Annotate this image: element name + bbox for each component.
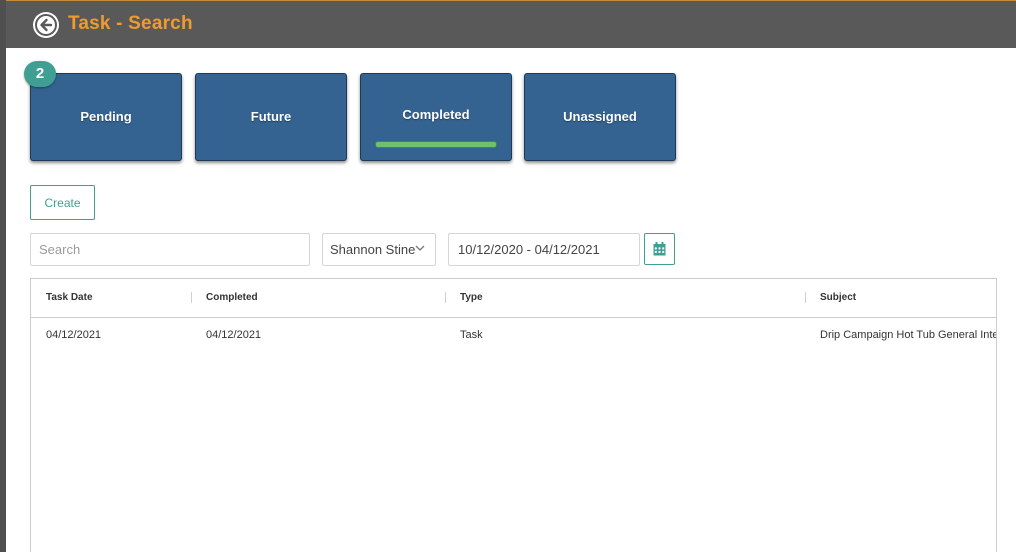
tab-pending[interactable]: Pending: [30, 73, 182, 161]
user-select-value: Shannon Stine: [330, 242, 416, 257]
tab-unassigned[interactable]: Unassigned: [524, 73, 676, 161]
cell-subject: Drip Campaign Hot Tub General Inte: [820, 329, 997, 341]
left-rail: [0, 0, 6, 552]
calendar-button[interactable]: [644, 233, 675, 265]
table-header: Task Date Completed Type Subject: [31, 279, 996, 318]
column-separator[interactable]: [445, 292, 446, 303]
column-header-task-date[interactable]: Task Date: [46, 292, 93, 303]
column-header-completed[interactable]: Completed: [206, 292, 258, 303]
column-header-type[interactable]: Type: [460, 292, 483, 303]
date-range-input[interactable]: 10/12/2020 - 04/12/2021: [448, 233, 640, 266]
cell-type: Task: [460, 329, 483, 341]
cell-task-date: 04/12/2021: [46, 329, 102, 341]
cell-completed: 04/12/2021: [206, 329, 262, 341]
back-button[interactable]: [33, 12, 59, 38]
task-table: Task Date Completed Type Subject 04/12/2…: [30, 278, 997, 552]
back-arrow-circle-icon: [35, 14, 57, 36]
tab-completed-label: Completed: [402, 107, 470, 122]
active-tab-indicator: [375, 141, 497, 148]
calendar-icon: [653, 242, 666, 256]
page-title: Task - Search: [68, 13, 193, 34]
tab-completed[interactable]: Completed: [360, 73, 512, 161]
user-select[interactable]: Shannon Stine: [322, 233, 436, 266]
chevron-down-icon: [415, 245, 425, 251]
tab-pending-label: Pending: [80, 109, 132, 124]
tab-future-label: Future: [250, 109, 292, 124]
date-range-value: 10/12/2020 - 04/12/2021: [458, 242, 600, 257]
app-header: Task - Search: [6, 0, 1016, 48]
column-header-subject[interactable]: Subject: [820, 292, 856, 303]
tab-future[interactable]: Future: [195, 73, 347, 161]
tab-unassigned-label: Unassigned: [563, 109, 637, 124]
column-separator[interactable]: [191, 292, 192, 303]
pending-count-badge: 2: [24, 61, 56, 87]
create-button[interactable]: Create: [30, 185, 95, 220]
column-separator[interactable]: [805, 292, 806, 303]
search-input[interactable]: [30, 233, 310, 266]
